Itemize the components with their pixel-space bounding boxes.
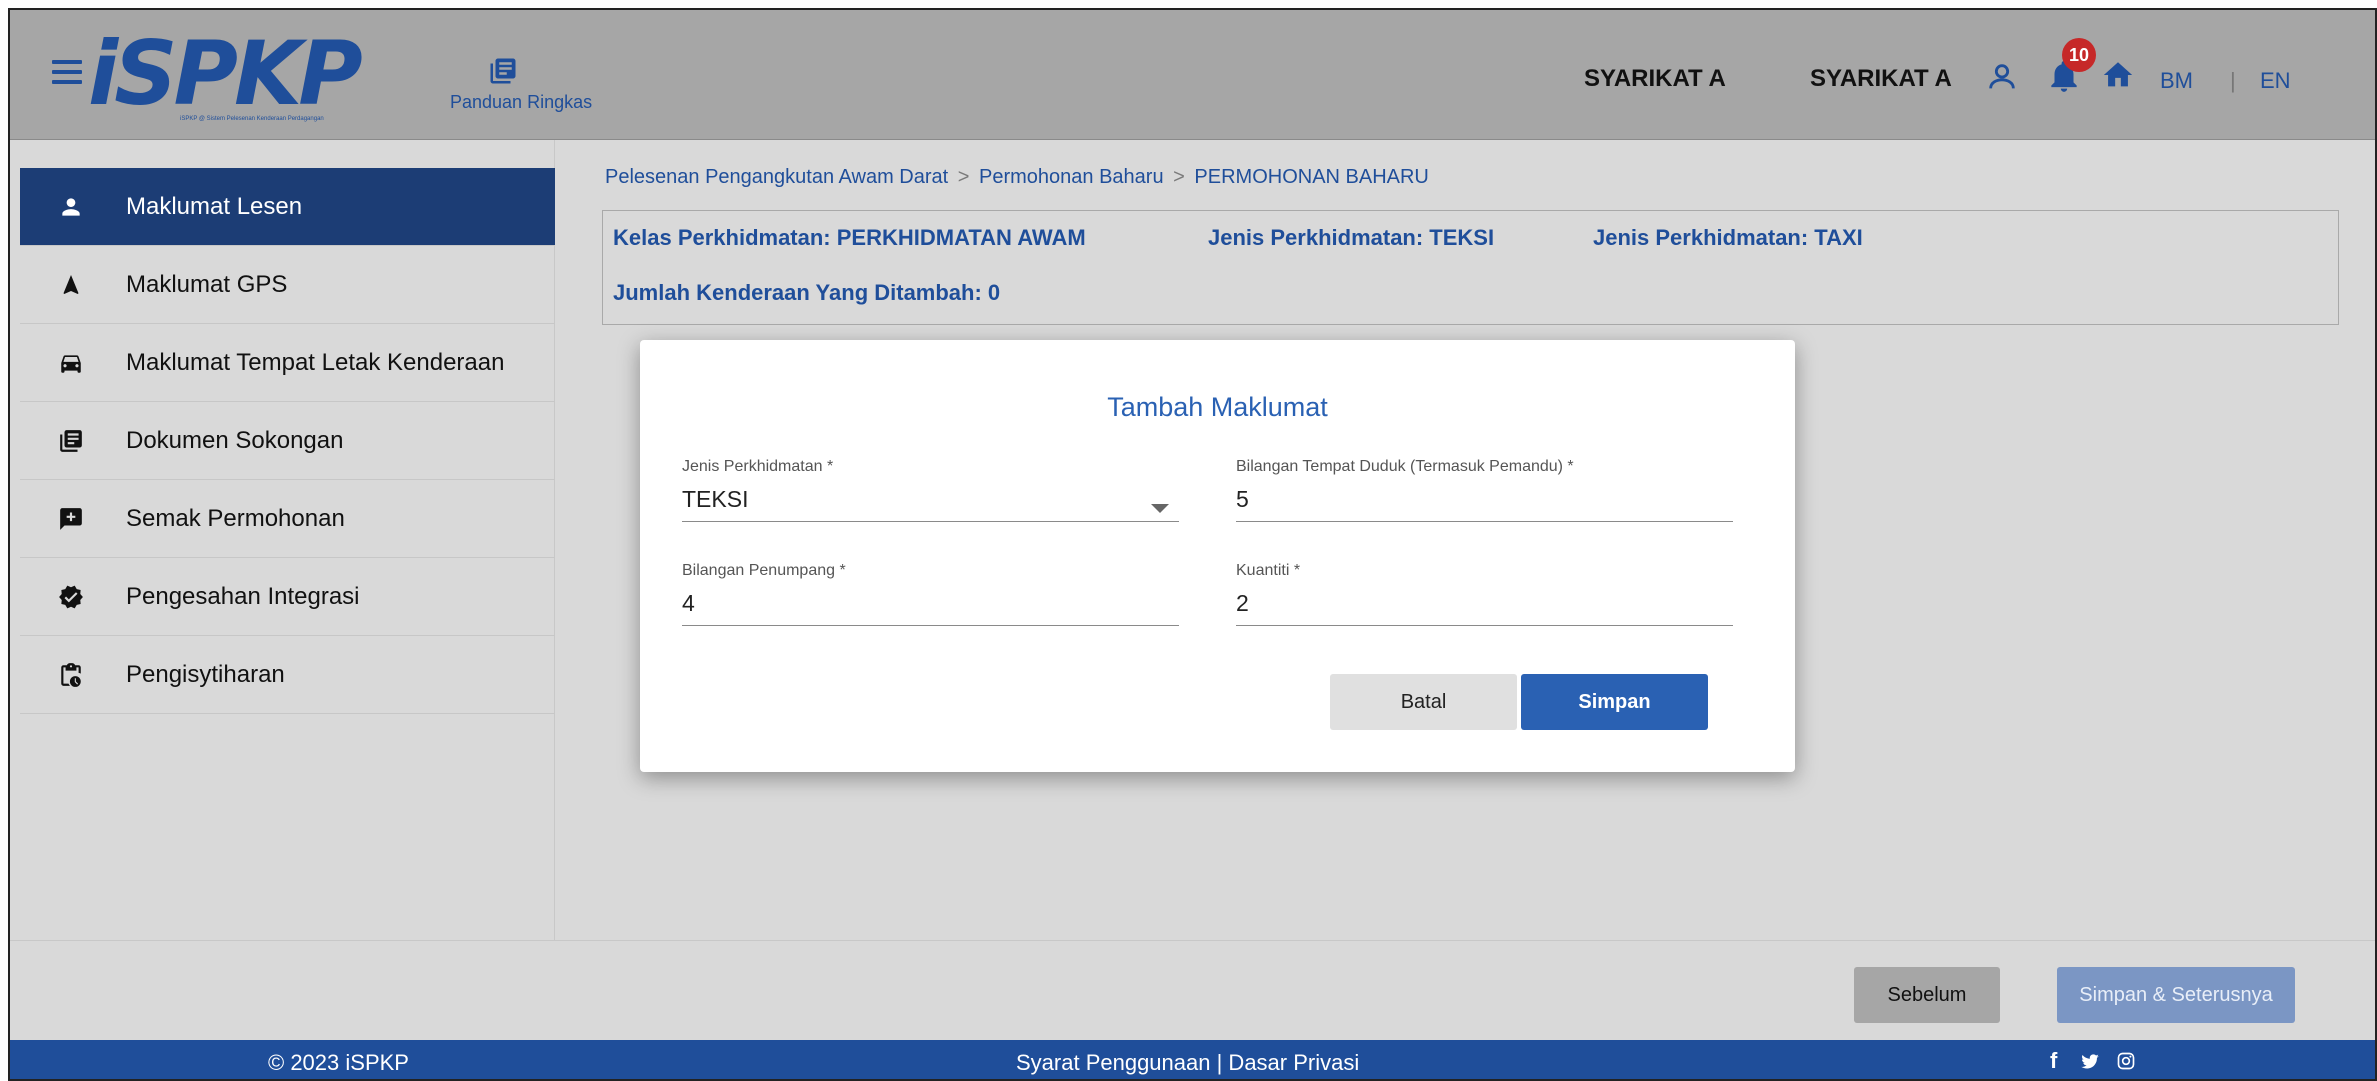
review-icon [56, 504, 86, 534]
navigation-arrow-icon [56, 270, 86, 300]
info-kelas-perkhidmatan: Kelas Perkhidmatan: PERKHIDMATAN AWAM [613, 225, 1086, 250]
user-icon[interactable] [1985, 60, 2019, 94]
book-icon [490, 58, 516, 84]
app-frame: iSPKP iSPKP @ Sistem Pelesenan Kenderaan… [8, 8, 2377, 1081]
sidebar-item-pengesahan-integrasi[interactable]: Pengesahan Integrasi [20, 558, 555, 636]
dropdown-arrow-icon[interactable] [1151, 504, 1169, 513]
header: iSPKP iSPKP @ Sistem Pelesenan Kenderaan… [10, 10, 2375, 140]
breadcrumb-separator: > [1173, 166, 1185, 188]
action-bar [10, 940, 2375, 1040]
modal-title: Tambah Maklumat [1107, 392, 1328, 422]
sidebar-item-maklumat-lesen[interactable]: Maklumat Lesen [20, 168, 555, 246]
lang-en-link[interactable]: EN [2260, 68, 2291, 94]
save-button[interactable]: Simpan [1521, 674, 1708, 730]
jenis-perkhidmatan-select[interactable]: Jenis Perkhidmatan * [682, 458, 1179, 522]
sidebar-item-label: Maklumat Lesen [126, 192, 303, 220]
previous-button[interactable]: Sebelum [1854, 967, 2000, 1023]
sidebar: Maklumat Lesen Maklumat GPS Maklumat Tem… [10, 140, 555, 940]
sidebar-item-label: Pengesahan Integrasi [126, 582, 360, 610]
info-jenis-perkhidmatan-en: Jenis Perkhidmatan: TAXI [1593, 225, 1863, 250]
lang-bm-link[interactable]: BM [2160, 68, 2193, 94]
instagram-icon[interactable] [2116, 1051, 2136, 1071]
breadcrumb: Pelesenan Pengangkutan Awam Darat > Perm… [605, 166, 1429, 189]
logo-text: iSPKP [88, 22, 363, 125]
kuantiti-input[interactable] [1236, 590, 1733, 626]
sidebar-item-label: Dokumen Sokongan [126, 426, 344, 454]
sidebar-item-label: Semak Permohonan [126, 504, 345, 532]
breadcrumb-item[interactable]: Permohonan Baharu [979, 166, 1164, 188]
clipboard-clock-icon [56, 660, 86, 690]
footer: © 2023 iSPKP Syarat Penggunaan | Dasar P… [10, 1040, 2375, 1079]
breadcrumb-separator: > [957, 166, 970, 188]
sidebar-item-semak-permohonan[interactable]: Semak Permohonan [20, 480, 555, 558]
field-label: Bilangan Penumpang * [682, 562, 846, 579]
notification-badge: 10 [2062, 38, 2096, 72]
field-label: Jenis Perkhidmatan * [682, 458, 834, 475]
field-label: Kuantiti * [1236, 562, 1301, 579]
field-label: Bilangan Tempat Duduk (Termasuk Pemandu)… [1236, 458, 1574, 475]
info-jenis-perkhidmatan: Jenis Perkhidmatan: TEKSI [1208, 225, 1495, 250]
save-and-next-button[interactable]: Simpan & Seterusnya [2057, 967, 2295, 1023]
facebook-icon[interactable]: f [2050, 1048, 2065, 1073]
breadcrumb-item-current: PERMOHONAN BAHARU [1194, 166, 1429, 188]
twitter-icon[interactable] [2079, 1051, 2101, 1071]
add-info-modal: Tambah Maklumat Jenis Perkhidmatan * Bil… [640, 340, 1795, 772]
cancel-button[interactable]: Batal [1330, 674, 1517, 730]
lang-separator: | [2230, 68, 2236, 93]
sidebar-item-label: Maklumat Tempat Letak Kenderaan [126, 348, 505, 376]
home-icon[interactable] [2100, 58, 2136, 92]
tempat-duduk-input[interactable] [1236, 486, 1733, 522]
penumpang-input[interactable] [682, 590, 1179, 626]
company-name: SYARIKAT A [1584, 65, 1726, 92]
footer-copyright: © 2023 iSPKP [268, 1050, 409, 1075]
tempat-duduk-field[interactable]: Bilangan Tempat Duduk (Termasuk Pemandu)… [1236, 458, 1733, 522]
logo-subtitle: iSPKP @ Sistem Pelesenan Kenderaan Perda… [180, 116, 324, 122]
footer-links[interactable]: Syarat Penggunaan | Dasar Privasi [1016, 1050, 1359, 1076]
sidebar-item-tempat-letak[interactable]: Maklumat Tempat Letak Kenderaan [20, 324, 555, 402]
guide-label: Panduan Ringkas [450, 92, 593, 112]
social-icons[interactable]: f [2050, 1048, 2136, 1074]
company-name-profile[interactable]: SYARIKAT A [1810, 65, 1952, 93]
guide-link[interactable]: Panduan Ringkas [450, 54, 610, 126]
sidebar-item-label: Pengisytiharan [126, 660, 285, 688]
service-info-box: Kelas Perkhidmatan: PERKHIDMATAN AWAM Je… [602, 210, 2339, 325]
logo[interactable]: iSPKP iSPKP @ Sistem Pelesenan Kenderaan… [88, 22, 428, 128]
person-icon [56, 192, 86, 222]
document-stack-icon [56, 426, 86, 456]
sidebar-item-dokumen-sokongan[interactable]: Dokumen Sokongan [20, 402, 555, 480]
jenis-perkhidmatan-input[interactable] [682, 486, 1179, 522]
car-icon [56, 348, 86, 378]
penumpang-field[interactable]: Bilangan Penumpang * [682, 562, 1179, 626]
kuantiti-field[interactable]: Kuantiti * [1236, 562, 1733, 626]
sidebar-item-pengisytiharan[interactable]: Pengisytiharan [20, 636, 555, 714]
sidebar-item-label: Maklumat GPS [126, 270, 288, 298]
sidebar-item-maklumat-gps[interactable]: Maklumat GPS [20, 246, 555, 324]
breadcrumb-item[interactable]: Pelesenan Pengangkutan Awam Darat [605, 166, 948, 188]
info-jumlah-kenderaan: Jumlah Kenderaan Yang Ditambah: 0 [613, 280, 1001, 305]
verified-badge-icon [56, 582, 86, 612]
hamburger-menu-icon[interactable] [52, 60, 82, 84]
